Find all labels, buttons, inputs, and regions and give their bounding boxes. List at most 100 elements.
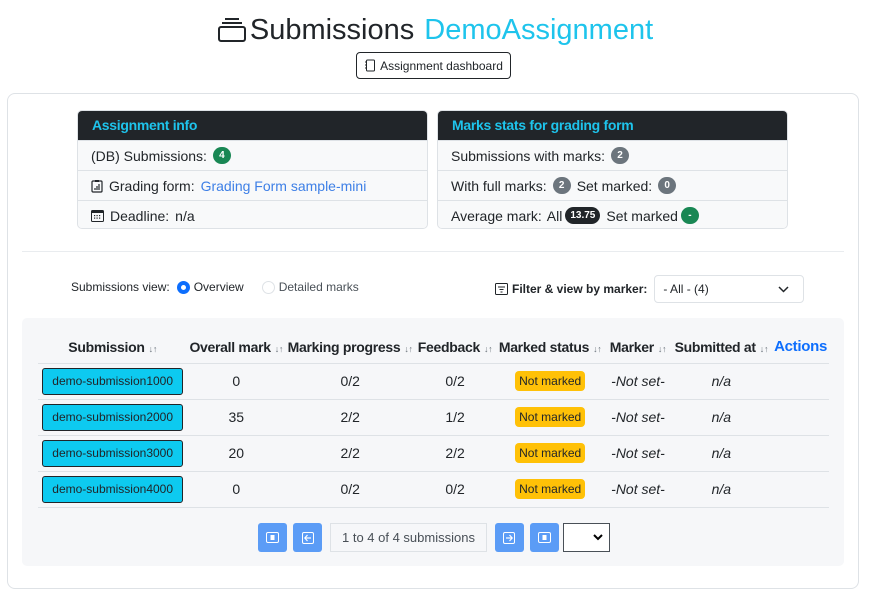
marker-filter: Filter & view by marker: - All - (4) bbox=[495, 275, 805, 303]
col-marker[interactable]: Marker ↓↑ bbox=[605, 331, 670, 363]
sort-icon[interactable]: ↓↑ bbox=[275, 344, 284, 354]
sort-icon[interactable]: ↓↑ bbox=[484, 344, 493, 354]
title-text: Submissions bbox=[249, 14, 415, 46]
overall-mark-cell: 20 bbox=[187, 434, 286, 471]
overall-mark-cell: 0 bbox=[187, 470, 286, 508]
detailed-marks-radio[interactable] bbox=[261, 280, 275, 294]
arrow-left-icon bbox=[301, 531, 314, 544]
submissions-table: Submission ↓↑ Overall mark ↓↑ Marking prog… bbox=[38, 331, 829, 508]
assignment-dashboard-button[interactable]: Assignment dashboard bbox=[356, 52, 511, 79]
submissions-label: (DB) Submissions: bbox=[91, 147, 207, 164]
status-badge: Not marked bbox=[515, 371, 586, 391]
with-marks-badge: 2 bbox=[611, 147, 630, 164]
submitted-at-cell: n/a bbox=[670, 362, 773, 399]
sort-icon[interactable]: ↓↑ bbox=[760, 344, 769, 354]
last-page-button[interactable] bbox=[529, 523, 559, 552]
col-feedback[interactable]: Feedback ↓↑ bbox=[415, 331, 495, 363]
progress-cell: 2/2 bbox=[285, 398, 416, 435]
calendar-icon bbox=[91, 210, 104, 222]
assignment-info-title: Assignment info bbox=[78, 111, 427, 140]
arrow-right-icon bbox=[503, 531, 516, 544]
submissions-count-badge: 4 bbox=[212, 147, 231, 164]
submissions-view-toggle: Submissions view: Overview Detailed mark… bbox=[71, 280, 373, 294]
overview-radio[interactable] bbox=[176, 280, 190, 294]
marker-select[interactable]: - All - (4) bbox=[654, 275, 805, 303]
feedback-cell: 1/2 bbox=[415, 398, 495, 435]
submission-button[interactable]: demo-submission3000 bbox=[42, 439, 184, 467]
chevron-down-icon bbox=[778, 285, 789, 293]
sort-icon[interactable]: ↓↑ bbox=[149, 344, 158, 354]
dashboard-label: Assignment dashboard bbox=[380, 58, 503, 73]
last-page-icon bbox=[537, 532, 551, 543]
col-overall-mark[interactable]: Overall mark ↓↑ bbox=[187, 331, 285, 363]
next-page-button[interactable] bbox=[494, 523, 524, 552]
actions-cell bbox=[772, 398, 829, 435]
first-page-button[interactable] bbox=[258, 523, 287, 552]
submitted-at-cell: n/a bbox=[670, 398, 773, 435]
table-row: demo-submission1000 0 0/2 0/2 Not marked… bbox=[38, 362, 829, 399]
submitted-at-cell: n/a bbox=[670, 434, 773, 471]
table-row: demo-submission4000 0 0/2 0/2 Not marked… bbox=[38, 470, 829, 508]
average-all-badge: 13.75 bbox=[565, 207, 601, 224]
grading-form-label: Grading form: bbox=[109, 177, 195, 194]
page-title: Submissions DemoAssignment bbox=[217, 12, 653, 48]
deadline-row: Deadline: n/a bbox=[78, 200, 427, 228]
average-set-marked-label: Set marked bbox=[606, 207, 678, 224]
with-marks-row: Submissions with marks: 2 bbox=[438, 140, 787, 170]
overall-mark-cell: 35 bbox=[187, 398, 286, 435]
status-badge: Not marked bbox=[515, 479, 586, 499]
feedback-cell: 0/2 bbox=[415, 470, 495, 508]
pagination: 1 to 4 of 4 submissions bbox=[258, 523, 610, 552]
marker-select-value: - All - (4) bbox=[663, 282, 709, 296]
feedback-cell: 2/2 bbox=[415, 434, 495, 471]
overview-radio-label[interactable]: Overview bbox=[194, 280, 244, 294]
status-badge: Not marked bbox=[515, 407, 586, 427]
journal-icon bbox=[365, 59, 376, 72]
filter-icon bbox=[495, 283, 508, 295]
set-marked-label: Set marked: bbox=[576, 177, 653, 194]
deadline-value: n/a bbox=[175, 207, 195, 224]
set-marked-badge: 0 bbox=[658, 177, 677, 194]
submission-button[interactable]: demo-submission4000 bbox=[42, 475, 184, 503]
table-header-row: Submission ↓↑ Overall mark ↓↑ Marking prog… bbox=[38, 331, 829, 363]
clipboard-data-icon bbox=[91, 179, 103, 193]
filter-label: Filter & view by marker: bbox=[512, 282, 648, 296]
col-marked-status[interactable]: Marked status ↓↑ bbox=[495, 331, 605, 363]
average-mark-row: Average mark: All 13.75 Set marked - bbox=[438, 200, 787, 228]
page-size-select[interactable] bbox=[562, 523, 610, 552]
col-marking-progress[interactable]: Marking progress ↓↑ bbox=[285, 331, 415, 363]
grading-form-row: Grading form: Grading Form sample-mini bbox=[78, 170, 427, 200]
progress-cell: 0/2 bbox=[285, 362, 416, 399]
sort-icon[interactable]: ↓↑ bbox=[593, 344, 602, 354]
marker-cell: -Not set- bbox=[605, 434, 671, 471]
pagination-info: 1 to 4 of 4 submissions bbox=[330, 523, 487, 552]
col-submitted-at[interactable]: Submitted at ↓↑ bbox=[671, 331, 772, 363]
previous-page-button[interactable] bbox=[293, 523, 322, 552]
assignment-info-card: Assignment info (DB) Submissions: 4 Grad… bbox=[77, 110, 428, 229]
assignment-name: DemoAssignment bbox=[424, 14, 654, 46]
average-all-label: All bbox=[546, 207, 563, 224]
submission-button[interactable]: demo-submission1000 bbox=[42, 367, 184, 395]
with-marks-label: Submissions with marks: bbox=[451, 147, 606, 164]
overall-mark-cell: 0 bbox=[187, 362, 286, 399]
full-marks-badge: 2 bbox=[552, 177, 571, 194]
chevron-down-icon bbox=[593, 534, 603, 541]
sort-icon[interactable]: ↓↑ bbox=[404, 344, 413, 354]
table-row: demo-submission2000 35 2/2 1/2 Not marke… bbox=[38, 398, 829, 435]
view-label: Submissions view: bbox=[71, 280, 170, 294]
marker-cell: -Not set- bbox=[605, 362, 671, 399]
sort-icon[interactable]: ↓↑ bbox=[658, 344, 667, 354]
col-submission[interactable]: Submission ↓↑ bbox=[38, 331, 187, 363]
progress-cell: 2/2 bbox=[285, 434, 416, 471]
marker-cell: -Not set- bbox=[605, 470, 671, 508]
submitted-at-cell: n/a bbox=[670, 470, 773, 508]
grading-form-link[interactable]: Grading Form sample-mini bbox=[201, 178, 367, 194]
submission-button[interactable]: demo-submission2000 bbox=[42, 403, 184, 431]
col-actions: Actions bbox=[774, 338, 827, 356]
progress-cell: 0/2 bbox=[285, 470, 416, 508]
actions-cell bbox=[772, 470, 829, 508]
full-marks-row: With full marks: 2 Set marked: 0 bbox=[438, 170, 787, 200]
marks-stats-card: Marks stats for grading form Submissions… bbox=[437, 110, 788, 229]
detailed-marks-radio-label[interactable]: Detailed marks bbox=[279, 280, 359, 294]
marks-stats-title: Marks stats for grading form bbox=[438, 111, 787, 140]
